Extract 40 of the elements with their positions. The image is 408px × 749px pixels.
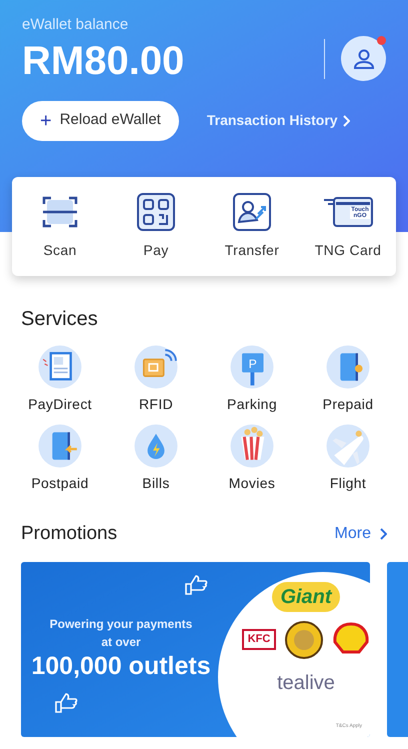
water-drop-icon bbox=[133, 423, 179, 469]
banner-headline: 100,000 outlets bbox=[31, 651, 211, 682]
service-button[interactable]: Bills bbox=[108, 423, 204, 494]
service-button[interactable]: Postpaid bbox=[12, 423, 108, 494]
service-button[interactable]: Prepaid bbox=[300, 344, 396, 415]
banner-text: Powering your payments bbox=[50, 616, 192, 634]
document-icon bbox=[37, 344, 83, 390]
phone-icon bbox=[37, 423, 83, 469]
round-emblem-icon bbox=[284, 620, 324, 660]
service-button[interactable]: RFID bbox=[108, 344, 204, 415]
kfc-logo: KFC bbox=[242, 629, 276, 650]
qr-code-icon bbox=[136, 192, 176, 232]
reload-button[interactable]: + Reload eWallet bbox=[22, 100, 179, 140]
profile-button[interactable] bbox=[341, 36, 386, 81]
banner-text: at over bbox=[101, 634, 141, 652]
service-button[interactable]: Movies bbox=[204, 423, 300, 494]
service-button[interactable]: Flight bbox=[300, 423, 396, 494]
service-button[interactable]: PayDirect bbox=[12, 344, 108, 415]
services-heading: Services bbox=[20, 307, 99, 332]
quick-action-button[interactable]: Transfer bbox=[204, 192, 300, 261]
parking-sign-icon: P bbox=[229, 344, 275, 390]
phone-icon bbox=[325, 344, 371, 390]
user-icon bbox=[352, 48, 374, 70]
transfer-icon bbox=[232, 192, 272, 232]
popcorn-icon bbox=[229, 423, 275, 469]
airplane-icon bbox=[325, 423, 371, 469]
quick-action-button[interactable]: Pay bbox=[108, 192, 204, 261]
thumbs-up-icon bbox=[184, 574, 208, 596]
thumbs-up-icon bbox=[54, 692, 78, 714]
promotions-heading: Promotions bbox=[21, 522, 118, 546]
tealive-logo: tealive bbox=[277, 670, 335, 696]
chevron-right-icon bbox=[342, 114, 350, 126]
balance-amount: RM80.00 bbox=[22, 38, 184, 84]
service-button[interactable]: P Parking bbox=[204, 344, 300, 415]
chevron-right-icon bbox=[379, 528, 387, 540]
balance-label: eWallet balance bbox=[22, 15, 130, 35]
quick-action-button[interactable]: Scan bbox=[12, 192, 108, 261]
giant-logo: Giant bbox=[272, 582, 340, 612]
rfid-tag-icon bbox=[133, 344, 179, 390]
more-link[interactable]: More bbox=[334, 522, 387, 546]
